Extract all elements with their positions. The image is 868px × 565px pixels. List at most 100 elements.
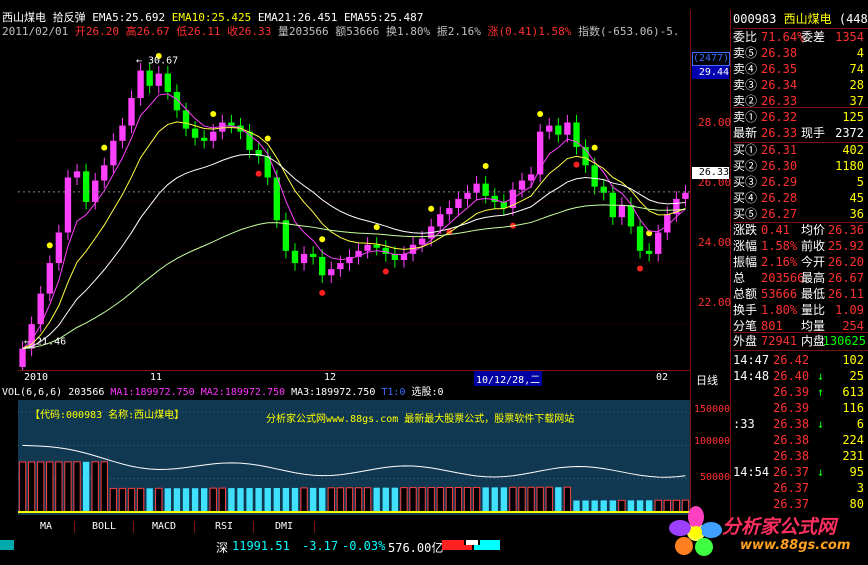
bid-row[interactable]: 买④ 26.28 45 — [733, 191, 866, 206]
candle-body — [337, 263, 344, 270]
tick-row[interactable]: 14:54 26.37 ↓ 95 — [733, 464, 866, 480]
top-price-label: 29.44 — [692, 66, 729, 79]
bid-row[interactable]: 买② 26.30 1180 — [733, 159, 866, 174]
candle-body — [655, 232, 662, 254]
tick-row[interactable]: 26.39 ↑ 613 — [733, 384, 866, 400]
volume-bar — [627, 500, 635, 512]
ema-line — [22, 153, 686, 350]
tab-rsi[interactable]: RSI — [195, 521, 254, 533]
volume-bar — [555, 487, 562, 512]
stat-label: 量比 — [801, 303, 826, 317]
stat-value: 203566 — [761, 271, 805, 285]
outer-volume: 72941 — [761, 334, 798, 348]
stat-row[interactable]: 分笔 801 均量 254 — [733, 319, 866, 334]
tick-row[interactable]: 14:47 26.42 102 — [733, 352, 866, 368]
ask-label: 卖② — [733, 94, 758, 108]
stat-row[interactable]: 总 203566 最高 26.67 — [733, 271, 866, 286]
tab-macd[interactable]: MACD — [134, 521, 195, 533]
volume-bar — [618, 499, 626, 513]
volume-bar — [482, 487, 489, 512]
volume-bar — [354, 487, 363, 513]
ask-row[interactable]: 卖② 26.33 37 — [733, 94, 866, 109]
ema-line — [22, 204, 686, 350]
low-mark-label: ← 21.46 — [24, 337, 66, 348]
ask-row[interactable]: 卖① 26.32 125 — [733, 110, 866, 125]
bid-price: 26.30 — [761, 159, 798, 173]
bid-row[interactable]: 买① 26.31 402 — [733, 143, 866, 158]
candle-body — [110, 140, 117, 166]
candle-body — [309, 253, 317, 257]
tick-row[interactable]: 26.38 231 — [733, 448, 866, 464]
ask-row[interactable]: 卖③ 26.34 28 — [733, 78, 866, 93]
signal-dot-up — [373, 224, 380, 231]
stat-value: 1.09 — [835, 303, 864, 317]
stat-row[interactable]: 换手 1.80% 量比 1.09 — [733, 303, 866, 318]
bid-price: 26.31 — [761, 143, 798, 157]
quote-volume: 量203566 — [277, 25, 329, 38]
stat-label: 均量 — [801, 319, 826, 333]
vol-ma2: MA2:189972.750 — [200, 387, 286, 398]
tick-arrow: ↓ — [817, 369, 825, 383]
stock-code: 000983 — [733, 12, 777, 26]
tick-row[interactable]: 26.38 224 — [733, 432, 866, 448]
volume-header: VOL(6,6,6) 203566 MA1:189972.750 MA2:189… — [2, 387, 444, 399]
bid-label: 买⑤ — [733, 207, 758, 221]
volume-bar — [400, 487, 408, 513]
ask-row[interactable]: 卖⑤ 26.38 4 — [733, 46, 866, 61]
tick-row[interactable]: 26.39 116 — [733, 400, 866, 416]
candle-body — [246, 131, 253, 150]
volume-bar — [409, 487, 417, 513]
tab-dmi[interactable]: DMI — [254, 521, 315, 533]
ema5-value: EMA5:25.692 — [92, 11, 166, 24]
bid-row[interactable]: 买⑤ 26.27 36 — [733, 207, 866, 222]
volume-bar — [91, 461, 99, 513]
stat-row[interactable]: 振幅 2.16% 今开 26.20 — [733, 255, 866, 270]
tick-row[interactable]: 26.37 80 — [733, 496, 866, 512]
candle-body — [618, 205, 626, 218]
signal-dot-down — [255, 170, 262, 177]
tab-ma[interactable]: MA — [18, 521, 75, 533]
stat-label: 均价 — [801, 223, 826, 237]
stat-row[interactable]: 总额 53666 最低 26.11 — [733, 287, 866, 302]
volume-bar — [118, 487, 127, 513]
stat-row[interactable]: 涨跌 0.41 均价 26.36 — [733, 223, 866, 238]
stat-row[interactable]: 涨幅 1.58% 前收 25.92 — [733, 239, 866, 254]
ask-volume: 28 — [849, 78, 864, 92]
tick-price: 26.38 — [773, 449, 810, 463]
x-label-12: 12 — [324, 372, 337, 383]
bid-row[interactable]: 买③ 26.29 5 — [733, 175, 866, 190]
tab-boll[interactable]: BOLL — [75, 521, 134, 533]
stat-value: 26.36 — [827, 223, 864, 237]
indicator-name[interactable]: 拾反弹 — [53, 11, 86, 24]
status-index-value: 11991.51 — [232, 539, 290, 553]
volume-bar — [146, 488, 153, 512]
volume-bar — [573, 500, 580, 512]
vol-tick-150000: 150000 — [694, 404, 731, 415]
watermark-url: www.88gs.com — [740, 538, 851, 553]
vol-ma3: MA3:189972.750 — [291, 387, 376, 398]
tick-volume: 116 — [842, 401, 864, 415]
candle-body — [64, 177, 72, 233]
candlestick-chart[interactable]: ← 30.67 ← 21.46 — [18, 40, 690, 370]
volume-bar — [127, 487, 136, 513]
quote-header: 2011/02/01 开26.20 高26.67 低26.11 收26.33 量… — [2, 26, 679, 38]
tick-row[interactable]: 26.37 3 — [733, 480, 866, 496]
volume-bar — [264, 488, 271, 512]
signal-dot-up — [591, 144, 598, 151]
stat-value: 2.16% — [761, 255, 798, 269]
candle-body — [300, 253, 308, 264]
volume-bar — [545, 486, 553, 513]
stat-label: 总额 — [733, 287, 758, 301]
tick-volume: 80 — [849, 497, 864, 511]
volume-bar — [563, 486, 572, 513]
candle-body — [82, 171, 90, 202]
tick-row[interactable]: :33 26.38 ↓ 6 — [733, 416, 866, 432]
ask-row[interactable]: 卖④ 26.35 74 — [733, 62, 866, 77]
tick-row[interactable]: 14:48 26.40 ↓ 25 — [733, 368, 866, 384]
volume-bar — [164, 488, 172, 512]
tick-price: 26.39 — [773, 385, 810, 399]
candle-body — [518, 180, 526, 190]
period-label[interactable]: 日线 — [696, 372, 718, 388]
quote-open: 开26.20 — [74, 25, 119, 38]
stat-value: 53666 — [761, 287, 798, 301]
